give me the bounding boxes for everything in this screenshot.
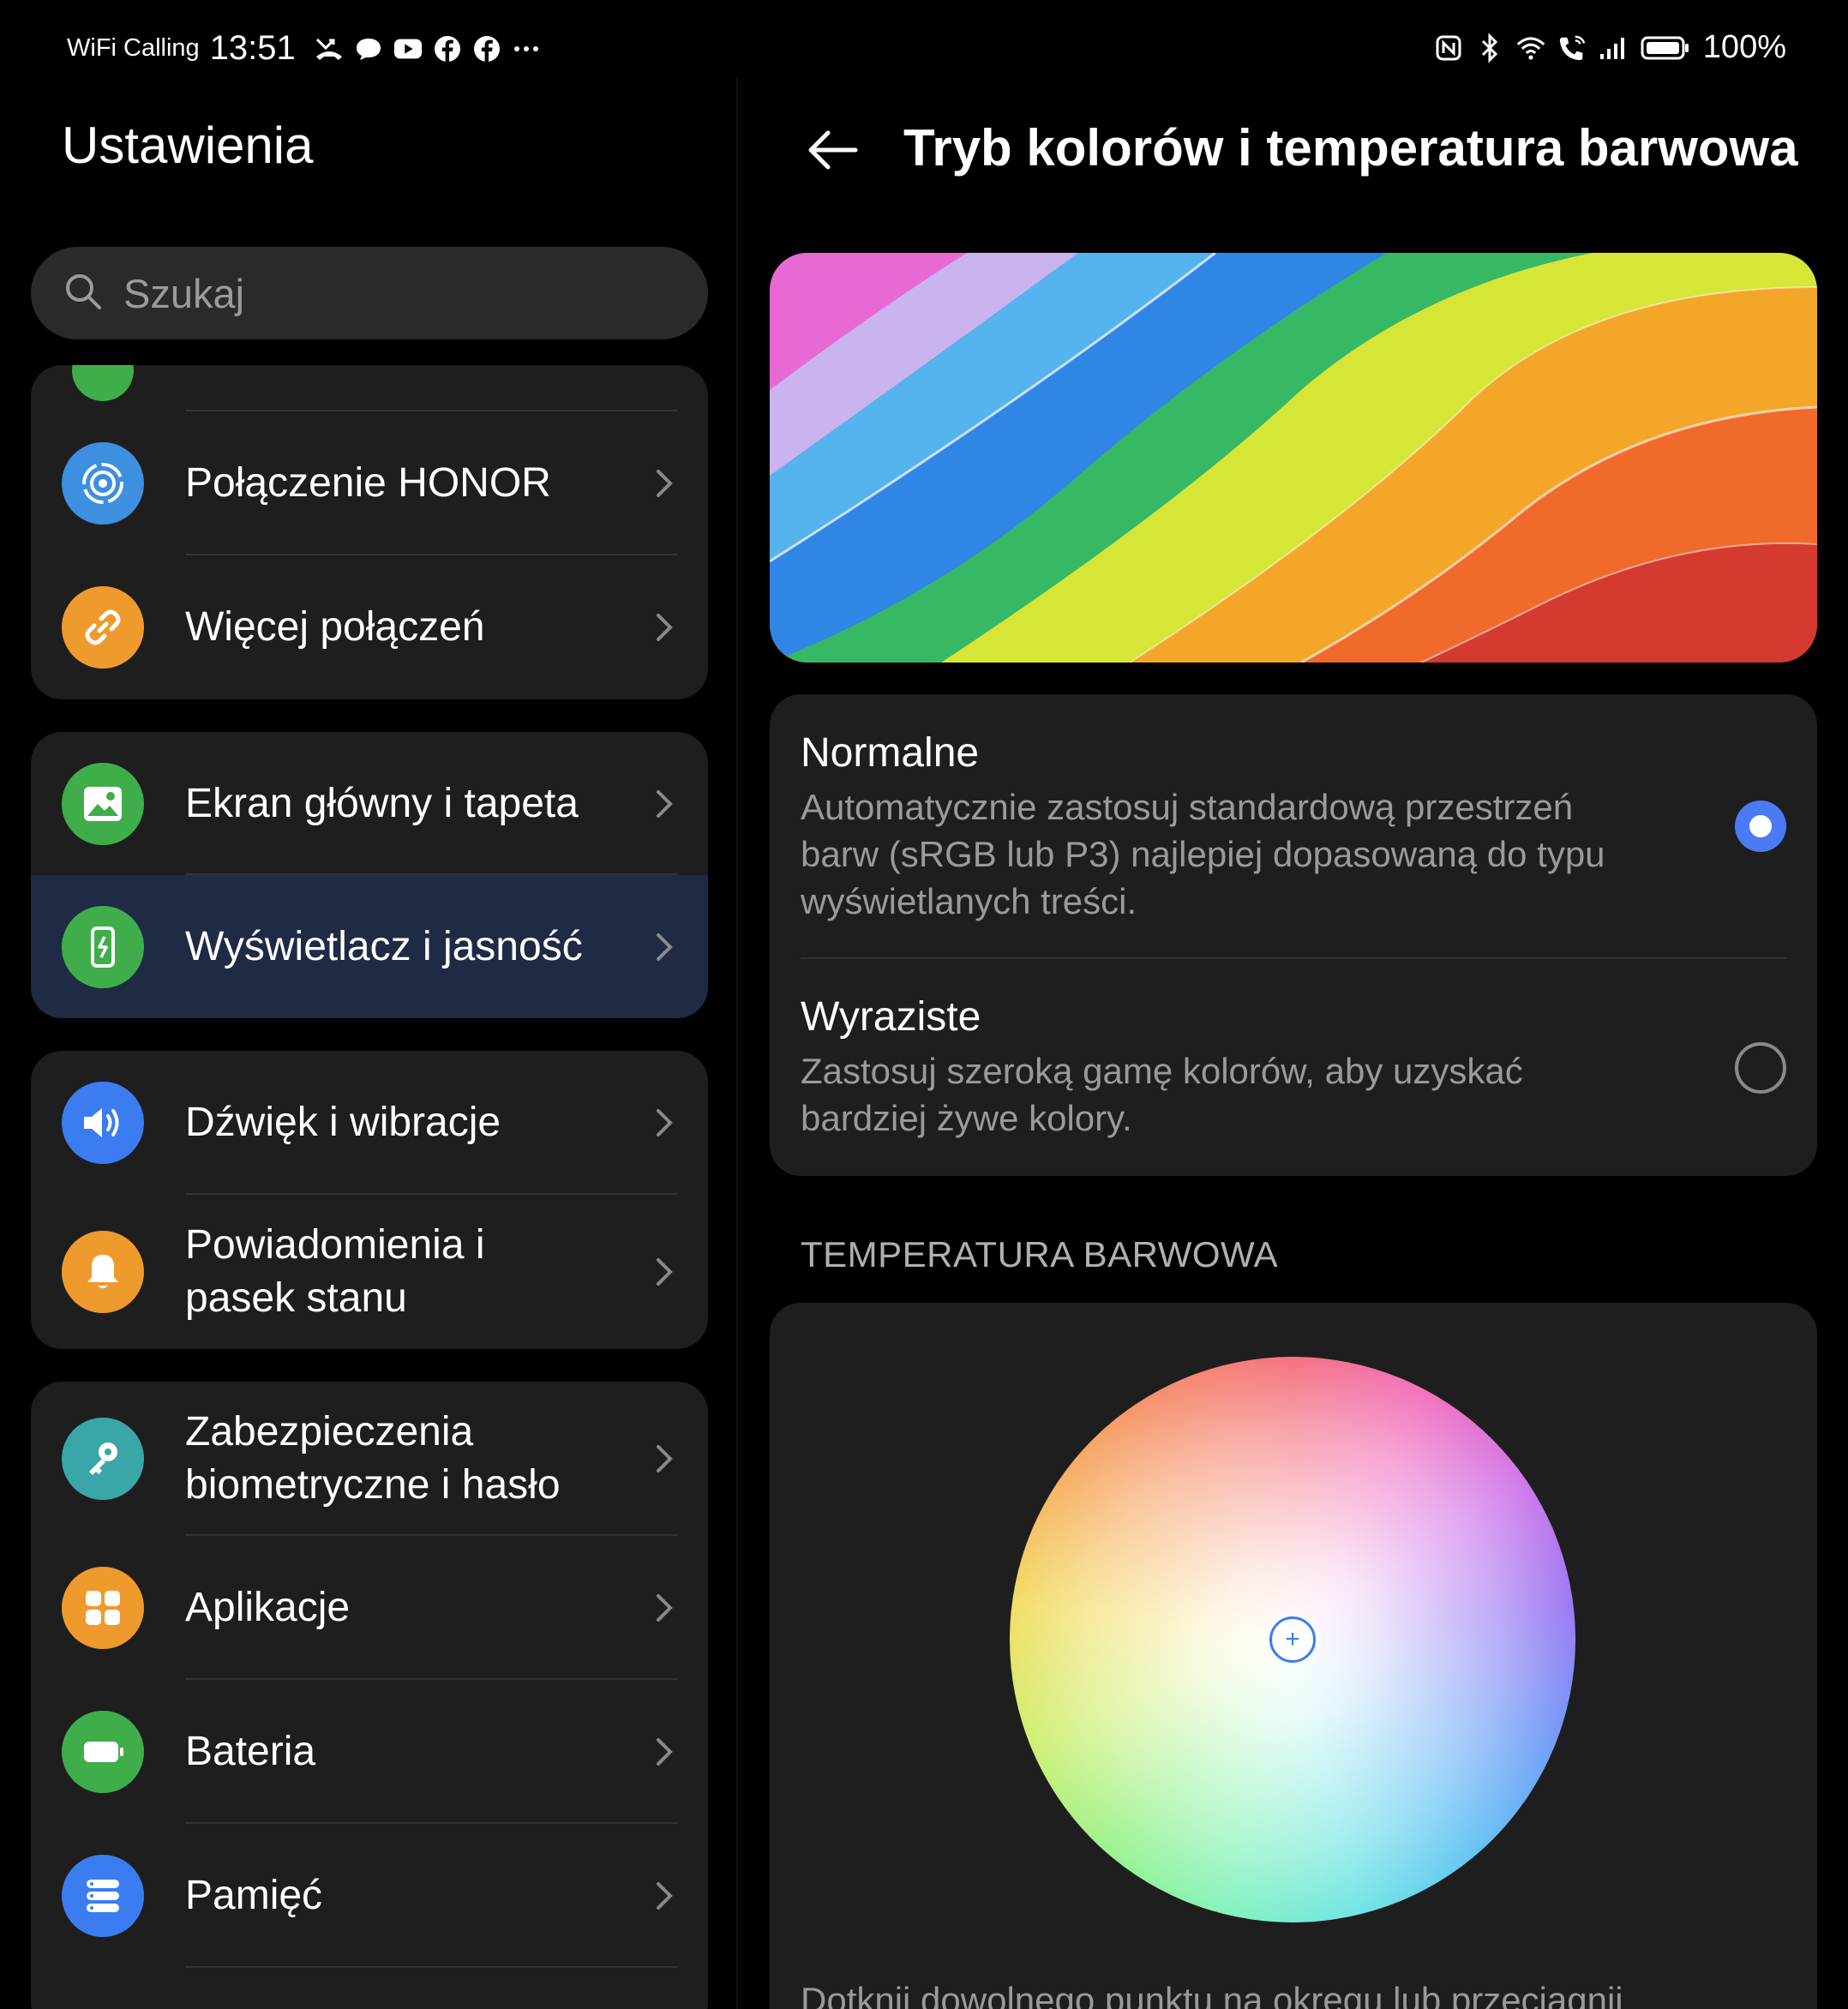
key-icon [62,1418,144,1500]
mode-description: Automatycznie zastosuj standardową przes… [801,787,1605,921]
battery-icon [1640,33,1691,63]
chevron-right-icon [657,1258,673,1286]
mode-description: Zastosuj szeroką gamę kolorów, aby uzysk… [801,1051,1523,1138]
settings-title: Ustawienia [62,117,314,174]
sidebar-item-notifications[interactable]: Powiadomienia i pasek stanu [31,1195,708,1349]
chevron-right-icon [657,789,673,818]
mode-title: Normalne [801,730,980,776]
mode-option-vivid[interactable]: Wyraziste Zastosuj szeroką gamę kolorów,… [801,991,1786,1142]
wheel-hint-text: Dotknij dowolnego punktu na okręgu lub p… [801,1980,1623,2009]
sidebar-item-label: Połączenie HONOR [185,460,551,506]
mode-option-normal[interactable]: Normalne Automatycznie zastosuj standard… [801,727,1786,925]
sidebar-item-label: Pamięć [185,1873,323,1918]
sidebar-item-sound-vibration[interactable]: Dźwięk i wibracje [31,1051,708,1195]
sidebar-item-label: Zabezpieczenia biometryczne i hasło [185,1409,561,1508]
settings-group-security-apps: Zabezpieczenia biometryczne i hasło Apli… [31,1382,708,2009]
battery-icon [62,1711,144,1793]
sidebar-item-honor-connect[interactable]: Połączenie HONOR [31,411,708,555]
settings-group-display: Ekran główny i tapeta Wyświetlacz i jasn… [31,732,708,1018]
wifi-calling-icon [1557,33,1587,63]
chevron-right-icon [657,1882,673,1910]
settings-group-sound-notifications: Dźwięk i wibracje Powiadomienia i pasek … [31,1051,708,1349]
radio-normal-selected[interactable] [1735,801,1786,852]
sidebar-item-apps[interactable]: Aplikacje [31,1536,708,1680]
bell-icon [62,1231,144,1313]
nfc-icon [1434,33,1463,63]
divider [185,1966,677,1968]
search-bar[interactable]: Szukaj [31,247,708,339]
wifi-icon [1516,33,1545,63]
search-input[interactable]: Szukaj [123,270,244,317]
sidebar-item-label: Bateria [185,1729,316,1774]
color-temperature-card: + Dotknij dowolnego punktu na okręgu lub… [770,1303,1817,2009]
speaker-icon [62,1082,144,1164]
display-brightness-icon [62,905,144,988]
sidebar-item-display-brightness[interactable]: Wyświetlacz i jasność [31,875,708,1018]
chevron-right-icon [657,933,673,961]
sidebar-item-label: Powiadomienia i pasek stanu [185,1222,485,1321]
sidebar-item-label: Wyświetlacz i jasność [185,923,583,969]
storage-icon [62,1855,144,1937]
radio-vivid[interactable] [1735,1042,1786,1094]
sidebar-item-label: Więcej połączeń [185,604,485,650]
sidebar-item-biometrics-password[interactable]: Zabezpieczenia biometryczne i hasło [31,1382,708,1536]
mode-title: Wyraziste [801,994,981,1040]
back-arrow-icon[interactable] [799,116,867,184]
divider [801,957,1786,959]
battery-percentage: 100% [1702,29,1786,65]
sidebar-item-label: Ekran główny i tapeta [185,780,579,826]
wallpaper-icon [62,762,144,845]
signal-icon [1599,33,1628,63]
sidebar-item-label: Aplikacje [185,1585,351,1630]
chevron-right-icon [657,1445,673,1472]
sidebar-item-home-wallpaper[interactable]: Ekran główny i tapeta [31,732,708,875]
bluetooth-icon [1475,33,1504,63]
chevron-right-icon [657,1594,673,1622]
partial-item-icon [72,365,134,401]
honor-connect-icon [62,442,144,525]
chevron-right-icon [657,614,673,641]
color-mode-preview-image [770,253,1817,663]
color-temperature-wheel[interactable]: + [1010,1357,1575,1922]
sidebar-item-label: Dźwięk i wibracje [185,1100,501,1145]
chevron-right-icon [657,470,673,497]
chevron-right-icon [657,1738,673,1766]
section-header-temperature: TEMPERATURA BARWOWA [801,1234,1279,1274]
sidebar-item-more-connections[interactable]: Więcej połączeń [31,555,708,699]
page-title: Tryb kolorów i temperatura barwowa [903,119,1798,177]
search-icon [63,272,103,315]
apps-grid-icon [62,1567,144,1649]
sidebar-item-battery[interactable]: Bateria [31,1680,708,1824]
color-mode-options: Normalne Automatycznie zastosuj standard… [770,694,1817,1176]
link-icon [62,586,144,669]
wheel-selector-handle[interactable]: + [1269,1616,1316,1663]
settings-group-connections: Połączenie HONOR Więcej połączeń [31,365,708,699]
settings-panel: Ustawienia Szukaj Połączenie HONOR Więce… [0,0,737,2009]
panel-divider [736,77,738,2009]
sidebar-item-storage[interactable]: Pamięć [31,1824,708,1968]
chevron-right-icon [657,1109,673,1136]
status-bar-right: 100% [1434,29,1786,66]
